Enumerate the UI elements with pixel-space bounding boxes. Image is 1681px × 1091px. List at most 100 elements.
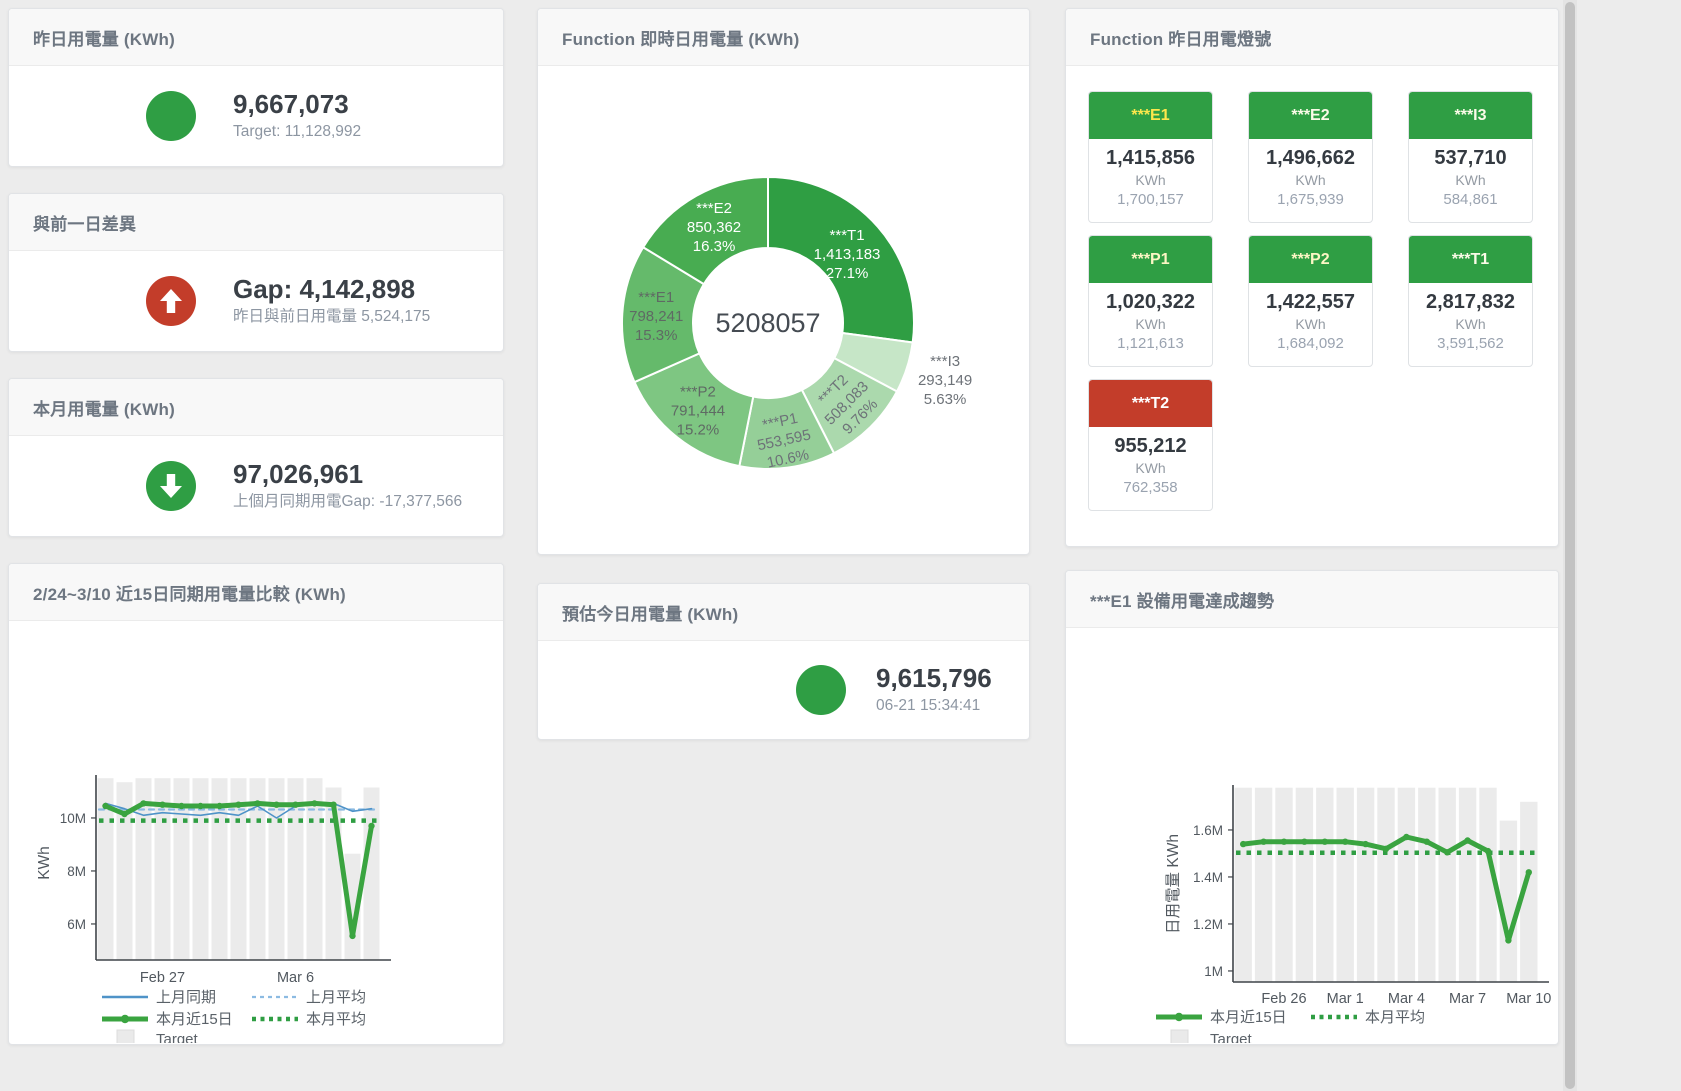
kpi-text: 97,026,961 上個月同期用電Gap: -17,377,566 xyxy=(233,459,462,513)
chart-text: 5208057 xyxy=(715,308,820,338)
tile-unit: KWh xyxy=(1089,460,1212,476)
chart-text: Mar 4 xyxy=(1388,991,1425,1007)
target-bar xyxy=(1235,788,1252,982)
kpi-value: 97,026,961 xyxy=(233,459,462,490)
tile-header-label: ***E1 xyxy=(1089,92,1212,139)
e1-trend-line-chart[interactable]: 1M1.2M1.4M1.6M日用電量 KWhFeb 26Mar 1Mar 4Ma… xyxy=(1066,627,1556,1043)
chart-text: Feb 27 xyxy=(140,970,185,986)
realtime-usage-donut-chart[interactable]: ***T11,413,18327.1%***I3293,1495.63%***T… xyxy=(538,73,1027,553)
status-circle-red xyxy=(146,276,196,326)
target-bar xyxy=(1337,788,1354,982)
scrollbar-thumb[interactable] xyxy=(1565,2,1575,1089)
tile-unit: KWh xyxy=(1249,172,1372,188)
chart-text: Mar 7 xyxy=(1449,991,1486,1007)
series-point xyxy=(254,800,260,806)
tile-target-value: 1,121,613 xyxy=(1089,335,1212,352)
kpi-text: Gap: 4,142,898 昨日與前日用電量 5,524,175 xyxy=(233,274,430,328)
card-month-usage: 本月用電量 (KWh) 97,026,961 上個月同期用電Gap: -17,3… xyxy=(8,378,504,537)
tile-value: 1,415,856 xyxy=(1089,147,1212,170)
status-tile: ***P21,422,557KWh1,684,092 xyxy=(1248,235,1373,367)
tile-unit: KWh xyxy=(1089,172,1212,188)
compare-line-chart[interactable]: 6M8M10MKWhFeb 27Mar 6上月同期上月平均本月近15日本月平均T… xyxy=(9,620,501,1043)
series-point xyxy=(311,800,317,806)
legend-item[interactable]: 上月平均 xyxy=(252,989,366,1006)
tile-target-value: 1,700,157 xyxy=(1089,191,1212,208)
chart-text: 8M xyxy=(67,864,86,879)
card-title: Function 昨日用電燈號 xyxy=(1066,9,1558,66)
status-tile: ***E1 1,415,856 KWh 1,700,157 xyxy=(1088,91,1213,223)
legend-item[interactable]: 上月同期 xyxy=(102,989,216,1006)
down-arrow-icon xyxy=(160,474,182,498)
legend-label: 本月近15日 xyxy=(1210,1009,1287,1026)
legend-item[interactable]: 本月平均 xyxy=(1311,1009,1425,1026)
series-point xyxy=(1485,848,1491,854)
legend-item[interactable]: 本月近15日 xyxy=(102,1011,233,1028)
series-point xyxy=(159,802,165,808)
series-point xyxy=(330,802,336,808)
tile-header-label: ***E2 xyxy=(1249,92,1372,139)
tile-value: 955,212 xyxy=(1089,435,1212,458)
status-tile: ***T1 2,817,832 KWh 3,591,562 xyxy=(1408,235,1533,367)
legend-item[interactable]: Target xyxy=(1171,1030,1253,1043)
series-point xyxy=(140,800,146,806)
series-point xyxy=(292,802,298,808)
series-point xyxy=(1444,849,1450,855)
status-circle-green xyxy=(146,461,196,511)
kpi-value: Gap: 4,142,898 xyxy=(233,274,430,305)
tile-unit: KWh xyxy=(1089,316,1212,332)
legend-label: 本月平均 xyxy=(1365,1009,1425,1026)
status-tile: ***E21,496,662KWh1,675,939 xyxy=(1248,91,1373,223)
card-realtime-donut: Function 即時日用電量 (KWh) ***T11,413,18327.1… xyxy=(537,8,1030,555)
tile-target-value: 1,675,939 xyxy=(1249,191,1372,208)
kpi-text: 9,615,796 06-21 15:34:41 xyxy=(876,663,992,717)
kpi-subtitle: Target: 11,128,992 xyxy=(233,120,361,143)
chart-text: 10M xyxy=(60,811,86,826)
legend-item[interactable]: 本月平均 xyxy=(252,1011,366,1028)
card-yesterday-usage: 昨日用電量 (KWh) 9,667,073 Target: 11,128,992 xyxy=(8,8,504,167)
card-title: 與前一日差異 xyxy=(9,194,503,251)
series-point xyxy=(197,803,203,809)
chart-text: Mar 10 xyxy=(1506,991,1551,1007)
kpi-text: 9,667,073 Target: 11,128,992 xyxy=(233,89,361,143)
status-circle-green xyxy=(146,91,196,141)
card-title: ***E1 設備用電達成趨勢 xyxy=(1066,571,1558,628)
card-title: Function 即時日用電量 (KWh) xyxy=(538,9,1029,66)
scrollbar[interactable] xyxy=(1563,0,1577,1091)
tile-header-label: ***P1 xyxy=(1089,236,1212,283)
target-bar xyxy=(1377,788,1394,982)
tile-unit: KWh xyxy=(1409,316,1532,332)
card-15day-compare-chart: 2/24~3/10 近15日同期用電量比較 (KWh) 6M8M10MKWhFe… xyxy=(8,563,504,1045)
series-point xyxy=(1403,834,1409,840)
series-point xyxy=(178,803,184,809)
legend-item[interactable]: 本月近15日 xyxy=(1156,1009,1287,1026)
series-point xyxy=(235,802,241,808)
tile-value: 2,817,832 xyxy=(1409,291,1532,314)
status-tile-grid: ***E11,415,856KWh1,700,157***E21,496,662… xyxy=(1088,91,1533,511)
legend-label: Target xyxy=(1210,1031,1253,1043)
tile-value: 1,422,557 xyxy=(1249,291,1372,314)
status-tile: ***I3537,710KWh584,861 xyxy=(1408,91,1533,223)
card-body: 9,667,073 Target: 11,128,992 xyxy=(9,65,503,166)
series-point xyxy=(1505,937,1511,943)
tile-target-value: 3,591,562 xyxy=(1409,335,1532,352)
series-point xyxy=(1260,839,1266,845)
target-bar xyxy=(1500,821,1517,982)
series-point xyxy=(1362,841,1368,847)
chart-text: Mar 1 xyxy=(1327,991,1364,1007)
legend-item[interactable]: Target xyxy=(117,1030,199,1043)
y-axis-label: 日用電量 KWh xyxy=(1165,834,1182,934)
target-bar xyxy=(1398,788,1415,982)
tile-header-label: ***T1 xyxy=(1409,236,1532,283)
target-bar xyxy=(1296,788,1313,982)
chart-text: Mar 6 xyxy=(277,970,314,986)
legend-label: 上月同期 xyxy=(156,989,216,1006)
legend-label: 本月平均 xyxy=(306,1011,366,1028)
series-point xyxy=(1281,839,1287,845)
tile-unit: KWh xyxy=(1249,316,1372,332)
legend-marker xyxy=(1171,1030,1188,1043)
chart-text: 1M xyxy=(1204,964,1223,979)
chart-text: 1.6M xyxy=(1193,823,1223,838)
series-point xyxy=(1526,869,1532,875)
status-tile: ***P11,020,322KWh1,121,613 xyxy=(1088,235,1213,367)
legend-marker-dot xyxy=(1175,1013,1183,1021)
